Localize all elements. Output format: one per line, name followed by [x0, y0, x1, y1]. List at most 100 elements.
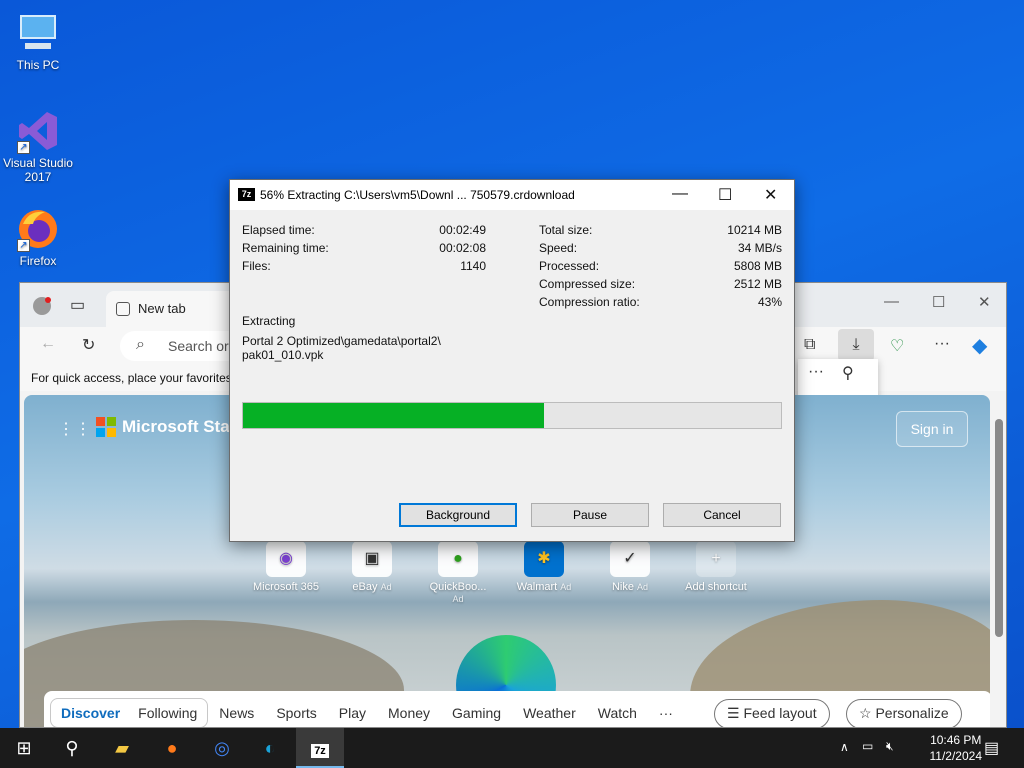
compression-ratio-label: Compression ratio: — [539, 295, 640, 309]
taskbar: ⊞ ⚲ ▰ ● ◎ ◐ 7z ∧ ▭ 🔇︎ 10:46 PM 11/2/2024… — [0, 728, 1024, 768]
background-button[interactable]: Background — [399, 503, 517, 527]
shortcut-add[interactable]: + Add shortcut — [682, 541, 750, 605]
network-icon[interactable]: ▭ — [862, 739, 873, 753]
feed-tab-sports[interactable]: Sports — [276, 705, 316, 721]
extraction-progress-bar — [242, 402, 782, 429]
refresh-icon[interactable]: ↻ — [82, 335, 95, 355]
show-hidden-icons-icon[interactable]: ∧ — [840, 740, 849, 754]
tab-actions-icon[interactable]: ▭ — [70, 295, 85, 315]
feed-more-button[interactable]: ··· — [659, 705, 673, 721]
page-scrollbar[interactable] — [994, 401, 1004, 721]
compression-ratio-value: 43% — [757, 295, 782, 309]
shortcut-nike[interactable]: ✓ Nike Ad — [596, 541, 664, 605]
close-icon[interactable]: ✕ — [978, 293, 991, 311]
notification-center-icon[interactable]: ▤ — [984, 738, 999, 758]
ebay-icon: ▣ — [352, 541, 392, 577]
status-label: Extracting — [242, 314, 296, 328]
firefox-icon: ↗ — [15, 206, 61, 252]
current-file-name: pak01_010.vpk — [242, 348, 324, 362]
shortcut-label: eBay — [352, 581, 378, 593]
plus-icon: + — [696, 541, 736, 577]
total-size-value: 10214 MB — [727, 223, 782, 237]
feed-tab-money[interactable]: Money — [388, 705, 430, 721]
tab-new-tab[interactable]: New tab — [106, 291, 241, 327]
desktop-icon-visual-studio[interactable]: ↗ Visual Studio 2017 — [0, 108, 76, 184]
pin-icon[interactable]: ⚲ — [842, 363, 854, 383]
feed-layout-button[interactable]: ☰ Feed layout — [714, 699, 830, 727]
feed-tab-play[interactable]: Play — [339, 705, 366, 721]
maximize-icon[interactable]: ☐ — [932, 293, 945, 311]
tab-following[interactable]: Following — [138, 705, 197, 721]
chrome-taskbar-button[interactable]: ◎ — [198, 728, 246, 768]
desktop-icon-firefox[interactable]: ↗ Firefox — [0, 206, 76, 268]
feed-tab-weather[interactable]: Weather — [523, 705, 576, 721]
shortcut-label: QuickBoo... — [429, 581, 487, 593]
cancel-button[interactable]: Cancel — [663, 503, 781, 527]
minimize-icon[interactable]: — — [672, 185, 688, 203]
shortcut-microsoft-365[interactable]: ◉ Microsoft 365 — [252, 541, 320, 605]
file-explorer-button[interactable]: ▰ — [98, 728, 146, 768]
extraction-dialog: 7z 56% Extracting C:\Users\vm5\Downl ...… — [229, 179, 795, 542]
7zip-taskbar-button[interactable]: 7z — [296, 728, 344, 768]
quickbooks-icon: ● — [438, 541, 478, 577]
browser-essentials-icon[interactable]: ♡ — [890, 336, 904, 356]
desktop-icon-this-pc[interactable]: This PC — [0, 10, 76, 72]
minimize-icon[interactable]: — — [884, 293, 899, 310]
start-button[interactable]: ⊞ — [0, 728, 48, 768]
compressed-size-label: Compressed size: — [539, 277, 636, 291]
elapsed-time-value: 00:02:49 — [439, 223, 486, 237]
back-icon[interactable]: ← — [40, 335, 56, 353]
sign-in-button[interactable]: Sign in — [896, 411, 968, 447]
microsoft-365-icon: ◉ — [266, 541, 306, 577]
brand-title: Microsoft Start — [122, 417, 242, 436]
profile-avatar-icon[interactable] — [32, 296, 52, 321]
nike-icon: ✓ — [610, 541, 650, 577]
firefox-taskbar-button[interactable]: ● — [148, 728, 196, 768]
close-icon[interactable]: ✕ — [764, 185, 777, 205]
more-options-icon[interactable]: ··· — [808, 363, 824, 381]
copilot-icon[interactable]: ◆ — [972, 333, 987, 358]
current-file-path: Portal 2 Optimized\gamedata\portal2\ — [242, 334, 441, 348]
ad-badge: Ad — [380, 582, 392, 592]
remaining-time-label: Remaining time: — [242, 241, 329, 255]
downloads-icon[interactable]: ⤓ — [838, 329, 874, 361]
elapsed-time-label: Elapsed time: — [242, 223, 315, 237]
maximize-icon[interactable]: ☐ — [718, 185, 732, 205]
total-size-label: Total size: — [539, 223, 593, 237]
feed-tab-watch[interactable]: Watch — [598, 705, 637, 721]
edge-taskbar-button[interactable]: ◐ — [246, 728, 294, 768]
search-icon: ⚲ — [65, 738, 79, 758]
speed-label: Speed: — [539, 241, 578, 255]
personalize-button[interactable]: ☆ Personalize — [846, 699, 962, 727]
personalize-label: Personalize — [875, 705, 949, 721]
search-icon: ⌕ — [136, 336, 145, 353]
dialog-body: Elapsed time: 00:02:49 Remaining time: 0… — [230, 210, 794, 541]
volume-muted-icon[interactable]: 🔇︎ — [886, 739, 894, 754]
visual-studio-icon: ↗ — [15, 108, 61, 154]
shortcut-label: Nike — [611, 581, 634, 593]
feed-tab-gaming[interactable]: Gaming — [452, 705, 501, 721]
tab-discover[interactable]: Discover — [61, 705, 120, 721]
clock-time: 10:46 PM — [930, 733, 982, 747]
system-clock[interactable]: 10:46 PM 11/2/2024 — [930, 732, 983, 764]
ad-badge: Ad — [560, 582, 572, 592]
sparkle-icon: ☆ — [859, 705, 872, 721]
desktop-icon-label: This PC — [16, 58, 60, 72]
search-button[interactable]: ⚲ — [48, 728, 96, 768]
edge-icon: ◐ — [264, 738, 276, 758]
chrome-icon: ◎ — [214, 738, 230, 758]
files-value: 1140 — [460, 259, 486, 273]
feed-tab-news[interactable]: News — [219, 705, 254, 721]
folder-icon: ▰ — [115, 738, 129, 758]
scrollbar-thumb[interactable] — [995, 419, 1003, 637]
windows-logo-icon: ⊞ — [16, 738, 32, 758]
dialog-title-bar[interactable]: 7z 56% Extracting C:\Users\vm5\Downl ...… — [230, 180, 794, 210]
shortcut-quickbooks[interactable]: ● QuickBoo... Ad — [424, 541, 492, 605]
shortcut-walmart[interactable]: ✱ Walmart Ad — [510, 541, 578, 605]
more-options-icon[interactable]: ··· — [934, 335, 950, 353]
pause-button[interactable]: Pause — [531, 503, 649, 527]
collections-icon[interactable]: ⧉ — [804, 336, 815, 354]
feed-layout-label: Feed layout — [743, 705, 817, 721]
processed-value: 5808 MB — [733, 259, 782, 273]
shortcut-ebay[interactable]: ▣ eBay Ad — [338, 541, 406, 605]
